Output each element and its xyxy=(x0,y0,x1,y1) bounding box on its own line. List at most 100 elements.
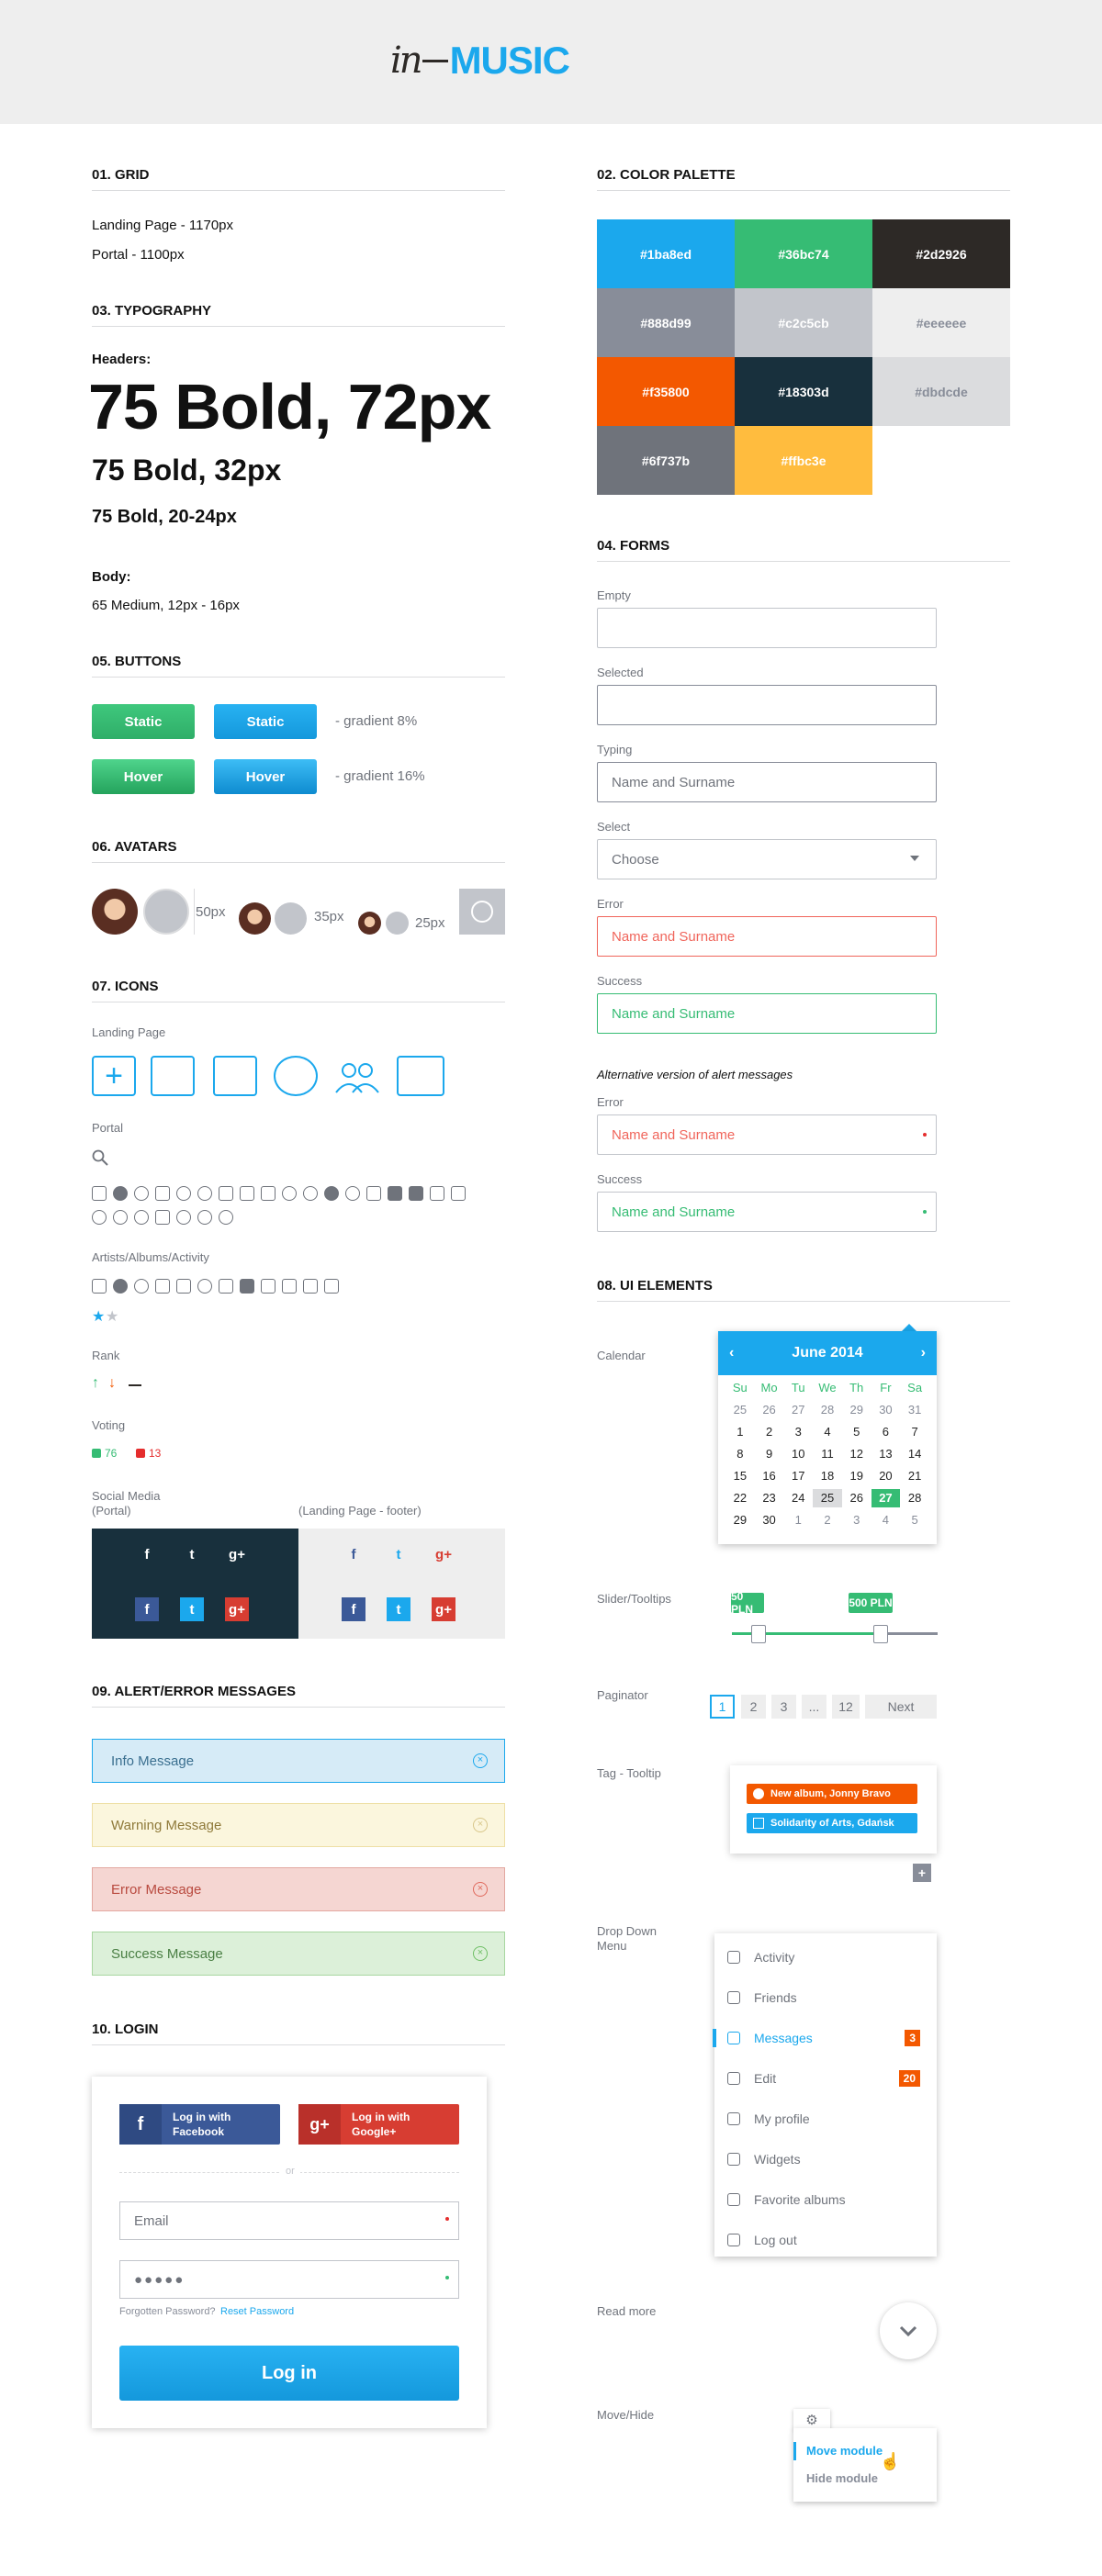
menu-item-activity[interactable]: Activity xyxy=(714,1946,937,1968)
slider-handle-min[interactable] xyxy=(751,1625,766,1643)
album-icon[interactable] xyxy=(324,1186,339,1201)
calendar-day[interactable]: 3 xyxy=(783,1423,813,1441)
pin-icon[interactable] xyxy=(197,1186,212,1201)
stats-icon[interactable] xyxy=(155,1210,170,1225)
calendar-day[interactable]: 26 xyxy=(842,1489,871,1507)
profile-icon[interactable] xyxy=(134,1279,149,1294)
avatar-placeholder-25[interactable] xyxy=(386,912,409,935)
google-plus-icon[interactable]: g+ xyxy=(432,1597,455,1621)
calendar-day[interactable]: 20 xyxy=(871,1467,901,1485)
search-icon[interactable] xyxy=(92,1149,108,1166)
user-icon[interactable] xyxy=(274,1056,318,1096)
facebook-login-button[interactable]: f Log in with Facebook xyxy=(119,2104,280,2145)
empty-input[interactable] xyxy=(597,608,937,648)
avatar-photo-35[interactable] xyxy=(239,902,271,935)
password-field[interactable]: ●●●●● xyxy=(119,2260,459,2299)
calendar-day[interactable]: 29 xyxy=(725,1511,755,1529)
calendar-day[interactable]: 6 xyxy=(871,1423,901,1441)
close-icon[interactable]: × xyxy=(473,1753,488,1768)
calendar-icon[interactable] xyxy=(155,1186,170,1201)
menu-item-messages[interactable]: Messages 3 xyxy=(713,2027,937,2049)
hover-green-button[interactable]: Hover xyxy=(92,759,195,794)
move-module-item[interactable]: Move module xyxy=(806,2444,883,2458)
pencil-icon[interactable] xyxy=(282,1279,297,1294)
next-page-button[interactable]: Next xyxy=(865,1695,937,1719)
calendar-day[interactable]: 13 xyxy=(871,1445,901,1463)
calendar-day[interactable]: 2 xyxy=(755,1423,784,1441)
page-button-3[interactable]: 3 xyxy=(771,1695,796,1719)
calendar-day[interactable]: 1 xyxy=(725,1423,755,1441)
menu-item-favorite-albums[interactable]: Favorite albums xyxy=(714,2189,937,2211)
calendar-day[interactable]: 21 xyxy=(900,1467,929,1485)
thumb-up-icon[interactable] xyxy=(240,1279,254,1294)
twitter-icon[interactable]: t xyxy=(180,1597,204,1621)
page-button-12[interactable]: 12 xyxy=(832,1695,860,1719)
avatar-photo-50[interactable] xyxy=(92,889,138,935)
calendar-day[interactable]: 10 xyxy=(783,1445,813,1463)
static-blue-button[interactable]: Static xyxy=(214,704,317,739)
close-icon[interactable]: × xyxy=(473,1818,488,1832)
calendar-day[interactable]: 1 xyxy=(783,1511,813,1529)
stop-icon[interactable] xyxy=(113,1210,128,1225)
alt-success-input[interactable]: Name and Surname xyxy=(597,1192,937,1232)
close-icon[interactable]: × xyxy=(473,1882,488,1897)
calendar-day[interactable]: 3 xyxy=(842,1511,871,1529)
calendar-day[interactable]: 18 xyxy=(813,1467,842,1485)
calendar-day[interactable]: 19 xyxy=(842,1467,871,1485)
menu-item-friends[interactable]: Friends xyxy=(714,1987,937,2009)
disc-icon[interactable] xyxy=(113,1186,128,1201)
calendar-day[interactable]: 28 xyxy=(900,1489,929,1507)
plus-icon[interactable]: + xyxy=(92,1056,136,1096)
login-button[interactable]: Log in xyxy=(119,2346,459,2401)
calendar-day[interactable]: 5 xyxy=(842,1423,871,1441)
google-plus-icon[interactable]: g+ xyxy=(225,1542,249,1566)
calendar-day[interactable]: 26 xyxy=(755,1401,784,1419)
feather-icon[interactable] xyxy=(430,1186,444,1201)
calendar-icon[interactable] xyxy=(92,1279,107,1294)
menu-item-my-profile[interactable]: My profile xyxy=(714,2108,937,2130)
calendar-day[interactable]: 2 xyxy=(813,1511,842,1529)
alt-error-input[interactable]: Name and Surname xyxy=(597,1114,937,1155)
success-input[interactable]: Name and Surname xyxy=(597,993,937,1034)
minus-box-icon[interactable] xyxy=(324,1279,339,1294)
calendar-day[interactable]: 15 xyxy=(725,1467,755,1485)
feather-icon[interactable] xyxy=(261,1279,276,1294)
calendar-day[interactable]: 28 xyxy=(813,1401,842,1419)
ticket-icon[interactable] xyxy=(397,1056,444,1096)
tag-new-album[interactable]: New album, Jonny Bravo xyxy=(747,1784,917,1804)
vote-down-icon[interactable] xyxy=(136,1449,145,1458)
tag-add-button[interactable]: + xyxy=(913,1864,931,1882)
read-more-button[interactable] xyxy=(880,2302,937,2359)
tag-icon[interactable] xyxy=(92,1186,107,1201)
users-icon[interactable] xyxy=(334,1056,379,1096)
calendar-day[interactable]: 16 xyxy=(755,1467,784,1485)
menu-item-edit[interactable]: Edit 20 xyxy=(714,2067,937,2089)
typing-input[interactable]: Name and Surname xyxy=(597,762,937,802)
microphone-icon[interactable] xyxy=(219,1210,233,1225)
google-plus-icon[interactable]: g+ xyxy=(432,1542,455,1566)
calendar-day[interactable]: 9 xyxy=(755,1445,784,1463)
star-icon[interactable]: ★ xyxy=(92,1307,105,1326)
calendar-day[interactable]: 24 xyxy=(783,1489,813,1507)
logout-icon[interactable] xyxy=(366,1186,381,1201)
mail-icon[interactable] xyxy=(240,1186,254,1201)
calendar-day[interactable]: 25 xyxy=(725,1401,755,1419)
facebook-icon[interactable]: f xyxy=(135,1542,159,1566)
calendar-day[interactable]: 12 xyxy=(842,1445,871,1463)
reset-password-link[interactable]: Reset Password xyxy=(220,2306,294,2317)
twitter-icon[interactable]: t xyxy=(180,1542,204,1566)
gear-icon[interactable] xyxy=(303,1186,318,1201)
facebook-icon[interactable]: f xyxy=(135,1597,159,1621)
calendar-day[interactable]: 30 xyxy=(871,1401,901,1419)
star-empty-icon[interactable]: ★ xyxy=(106,1307,118,1326)
facebook-icon[interactable]: f xyxy=(342,1597,365,1621)
comment-icon[interactable] xyxy=(219,1186,233,1201)
menu-item-widgets[interactable]: Widgets xyxy=(714,2148,937,2170)
thumb-up-icon[interactable] xyxy=(388,1186,402,1201)
logo[interactable]: in MUSIC xyxy=(390,39,570,83)
menu-item-log-out[interactable]: Log out xyxy=(714,2229,937,2251)
calendar-day[interactable]: 7 xyxy=(900,1423,929,1441)
plus-box-icon[interactable] xyxy=(303,1279,318,1294)
calendar-day[interactable]: 30 xyxy=(755,1511,784,1529)
vote-up-icon[interactable] xyxy=(92,1449,101,1458)
